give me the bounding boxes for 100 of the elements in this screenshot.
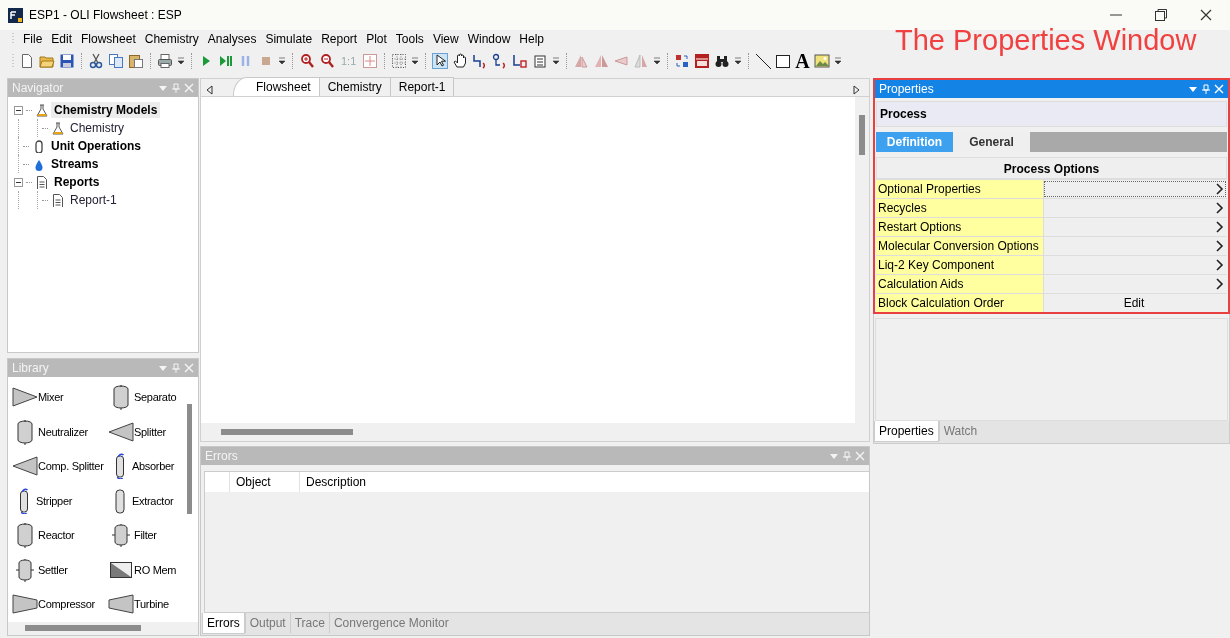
zoom-in-icon[interactable] <box>299 53 315 69</box>
scrollbar-thumb[interactable] <box>859 115 865 155</box>
open-folder-icon[interactable] <box>39 53 55 69</box>
scrollbar-thumb[interactable] <box>221 429 353 435</box>
fit-view-icon[interactable] <box>362 53 379 69</box>
text-tool-button[interactable]: A <box>795 52 810 70</box>
dropdown-icon[interactable] <box>552 56 561 66</box>
menu-item[interactable]: Analyses <box>206 32 258 46</box>
copy-icon[interactable] <box>108 53 124 69</box>
collapse-icon[interactable] <box>14 177 23 187</box>
tree-item[interactable]: Chemistry Models <box>51 102 161 118</box>
menu-item[interactable]: Simulate <box>264 32 314 46</box>
flip-icon[interactable] <box>613 53 630 69</box>
zoom-out-icon[interactable] <box>319 53 335 69</box>
chevron-icon <box>1215 240 1224 252</box>
scroll-left-icon[interactable] <box>205 84 215 96</box>
library-item[interactable]: Reactor <box>38 529 75 542</box>
library-item[interactable]: RO Mem <box>134 563 177 576</box>
tab[interactable]: Watch <box>938 421 982 441</box>
scrollbar-thumb[interactable] <box>25 625 141 632</box>
scissors-icon[interactable] <box>88 53 104 69</box>
dropdown-icon[interactable] <box>734 56 743 66</box>
chevron-icon <box>1215 202 1224 214</box>
image-icon[interactable] <box>813 53 830 69</box>
annotation-label: The Properties Window <box>895 24 1197 57</box>
panel-title: Properties <box>879 82 935 96</box>
tab[interactable]: Report-1 <box>389 77 455 96</box>
dropdown-icon[interactable] <box>833 56 842 66</box>
tree-item[interactable]: Unit Operations <box>48 138 144 154</box>
flask-icon <box>34 103 48 117</box>
chevron-icon <box>1215 221 1224 233</box>
library-item[interactable]: Neutralizer <box>38 425 88 438</box>
menu-item[interactable]: Plot <box>365 32 388 46</box>
column-icon <box>115 453 125 480</box>
grip-icon <box>12 53 15 69</box>
library-item[interactable]: Separato <box>134 391 177 404</box>
chevron-icon <box>1215 259 1224 271</box>
library-item[interactable]: Stripper <box>36 494 73 507</box>
library-item[interactable]: Compressor <box>38 598 95 611</box>
tab[interactable]: Flowsheet <box>233 77 320 96</box>
dropdown-icon[interactable] <box>411 56 420 66</box>
expand-button[interactable] <box>1043 180 1227 198</box>
run-step-icon[interactable] <box>218 53 234 69</box>
hand-icon[interactable] <box>452 53 469 69</box>
rectangle-icon[interactable] <box>775 53 792 69</box>
menu-item[interactable]: Help <box>518 32 546 46</box>
library-item[interactable]: Settler <box>38 563 68 576</box>
menu-item[interactable]: Report <box>320 32 359 46</box>
tab[interactable]: General <box>953 132 1030 152</box>
library-item[interactable]: Extractor <box>132 494 174 507</box>
menu-item[interactable]: Chemistry <box>143 32 200 46</box>
tree-item[interactable]: Reports <box>51 174 103 190</box>
tab[interactable]: Chemistry <box>318 77 391 96</box>
menu-item[interactable]: Flowsheet <box>80 32 137 46</box>
property-label: Calculation Aids <box>876 275 1043 293</box>
scroll-right-icon[interactable] <box>851 84 861 96</box>
column-header: Object <box>229 472 299 492</box>
tree-item[interactable]: Chemistry <box>67 120 127 136</box>
stream-tool-icon[interactable] <box>512 53 529 69</box>
menu-item[interactable]: View <box>431 32 460 46</box>
menu-item[interactable]: Tools <box>394 32 425 46</box>
tree-item[interactable]: Streams <box>48 156 102 172</box>
panel-title: Errors <box>205 449 239 463</box>
tab[interactable]: Properties <box>874 421 939 442</box>
column-icon <box>19 487 29 514</box>
menu-item[interactable]: Window <box>466 32 512 46</box>
tab[interactable]: Errors <box>202 613 245 634</box>
grid-icon[interactable] <box>391 53 408 69</box>
close-icon[interactable] <box>1198 7 1214 23</box>
library-item[interactable]: Absorber <box>132 460 175 473</box>
column-header: Description <box>299 472 869 492</box>
tree-item[interactable]: Report-1 <box>67 192 120 208</box>
library-item[interactable]: Filter <box>134 529 157 542</box>
scrollbar-thumb[interactable] <box>187 404 192 514</box>
restore-icon[interactable] <box>1153 7 1169 23</box>
tab[interactable]: Convergence Monitor <box>328 613 453 633</box>
dropdown-icon[interactable] <box>177 56 185 66</box>
tab[interactable]: Trace <box>289 613 329 633</box>
line-icon[interactable] <box>755 53 772 69</box>
new-file-icon[interactable] <box>19 53 35 69</box>
convert-icon[interactable] <box>674 53 691 69</box>
pointer-icon[interactable] <box>432 53 449 69</box>
library-item[interactable]: Comp. Splitter <box>38 460 104 473</box>
flip-icon[interactable] <box>593 53 610 69</box>
library-item[interactable]: Mixer <box>38 391 64 404</box>
printer-icon[interactable] <box>157 53 173 69</box>
chevron-icon <box>1215 183 1224 195</box>
binoculars-icon[interactable] <box>714 53 731 69</box>
library-item[interactable]: Turbine <box>134 598 169 611</box>
library-item[interactable]: Splitter <box>134 425 166 438</box>
tab[interactable]: Output <box>244 613 290 633</box>
dropdown-icon[interactable] <box>653 56 662 66</box>
property-label: Restart Options <box>876 218 1043 236</box>
save-icon[interactable] <box>59 53 75 69</box>
paste-icon[interactable] <box>128 53 144 69</box>
menu-item[interactable]: File <box>22 32 44 46</box>
dropdown-icon[interactable] <box>278 56 286 66</box>
menu-item[interactable]: Edit <box>50 32 74 46</box>
collapse-icon[interactable] <box>14 105 23 115</box>
property-label: Block Calculation Order <box>876 294 1043 312</box>
